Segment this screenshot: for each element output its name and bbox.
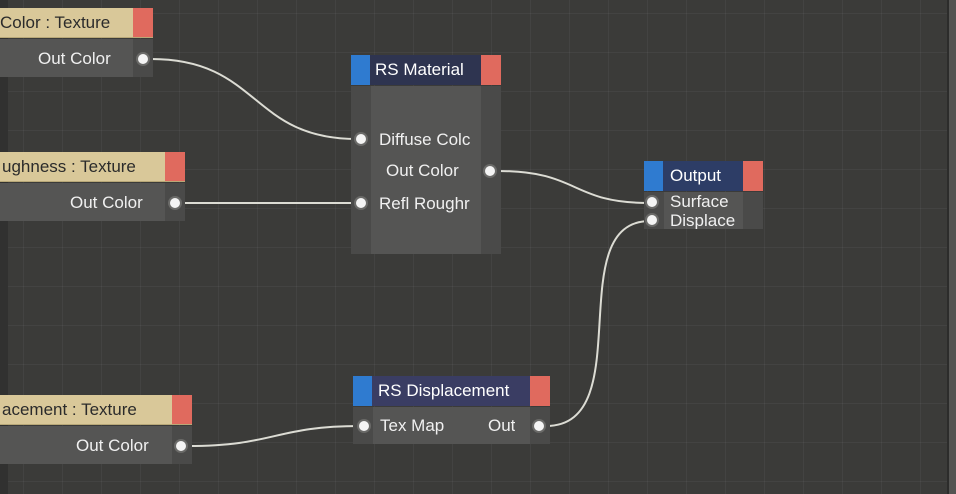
input-port-icon[interactable] (647, 197, 657, 207)
node-rail-right (743, 192, 763, 229)
node-header[interactable]: Output (644, 161, 763, 191)
port-label-refl-roughness: Refl Roughr (379, 194, 470, 213)
port-label-out-color: Out Color (38, 49, 111, 68)
node-blue-tab[interactable] (353, 376, 372, 406)
port-label-tex-map: Tex Map (380, 416, 445, 435)
node-header[interactable]: RS Displacement (353, 376, 550, 406)
node-title: Output (670, 166, 722, 185)
input-port-icon[interactable] (359, 421, 369, 431)
node-blue-tab[interactable] (644, 161, 663, 191)
port-label-diffuse-color: Diffuse Colc (379, 130, 471, 149)
node-header[interactable]: RS Material (351, 55, 501, 85)
node-header[interactable]: Color : Texture (0, 8, 153, 38)
port-label-displace: Displace (670, 211, 736, 229)
output-port-icon[interactable] (485, 166, 495, 176)
output-port-icon[interactable] (170, 198, 180, 208)
port-label-out-color: Out Color (76, 436, 149, 455)
node-title: RS Displacement (378, 381, 510, 400)
wire-texmap-input (187, 425, 361, 447)
node-red-tab[interactable] (530, 376, 550, 406)
input-port-icon[interactable] (356, 198, 366, 208)
port-label-out-color: Out Color (70, 193, 143, 212)
node-body: Out Color (0, 39, 153, 77)
output-port-icon[interactable] (534, 421, 544, 431)
wire-material-to-surface (497, 170, 650, 204)
wire-color-to-diffuse (150, 58, 358, 140)
port-label-out-color: Out Color (386, 161, 459, 180)
node-blue-tab[interactable] (351, 55, 370, 85)
node-red-tab[interactable] (172, 395, 192, 424)
node-red-tab[interactable] (481, 55, 501, 85)
node-body: Out Color (0, 426, 192, 464)
port-label-surface: Surface (670, 192, 729, 209)
port-label-out: Out (488, 416, 516, 435)
node-red-tab[interactable] (133, 8, 153, 37)
input-port-icon[interactable] (356, 134, 366, 144)
node-title: ughness : Texture (2, 157, 136, 176)
node-rail-left (351, 86, 371, 254)
node-title: acement : Texture (2, 400, 137, 419)
node-red-tab[interactable] (743, 161, 763, 191)
output-port-icon[interactable] (138, 54, 148, 64)
input-port-icon[interactable] (647, 215, 657, 225)
node-red-tab[interactable] (165, 152, 185, 181)
node-header[interactable]: acement : Texture (0, 395, 192, 425)
node-header[interactable]: ughness : Texture (0, 152, 185, 182)
wire-displacement-to-output (545, 220, 651, 427)
output-port-icon[interactable] (176, 441, 186, 451)
node-title: Color : Texture (0, 13, 111, 32)
vertical-scrollbar[interactable] (947, 0, 956, 494)
node-body: Out Color (0, 183, 185, 221)
node-title: RS Material (375, 60, 464, 79)
